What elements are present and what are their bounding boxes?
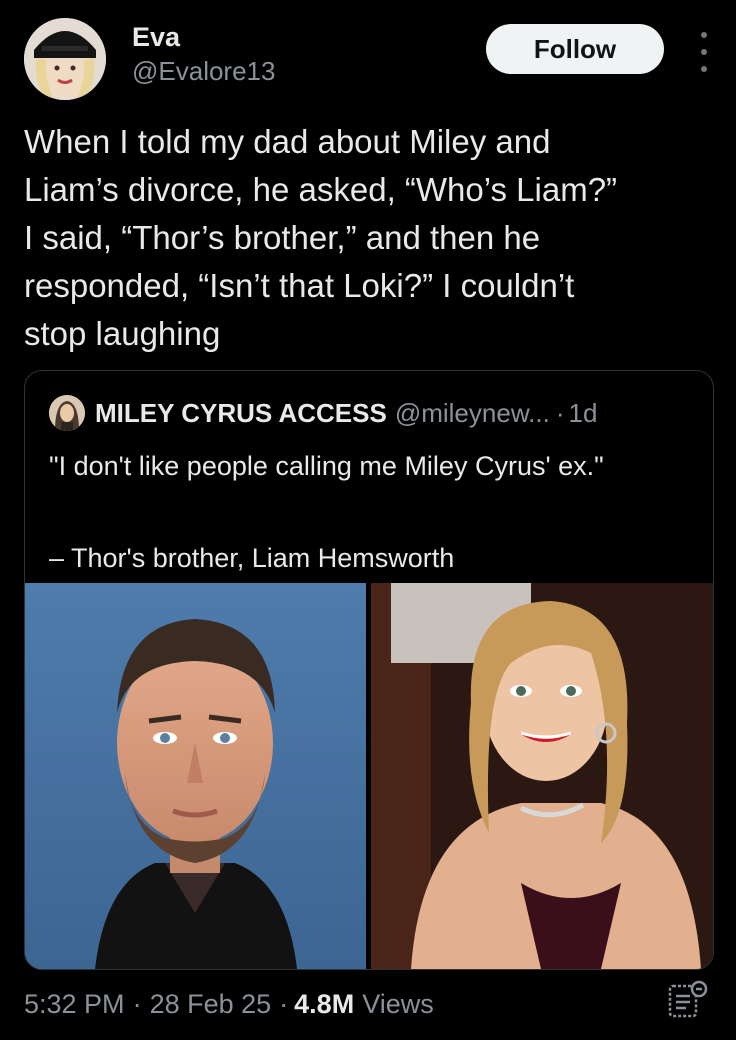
view-analytics-icon[interactable] [666,978,710,1022]
tweet-time[interactable]: 5:32 PM [24,989,125,1020]
quoted-author-avatar[interactable] [49,395,85,431]
tweet-date[interactable]: 28 Feb 25 [150,989,272,1020]
quoted-tweet[interactable]: MILEY CYRUS ACCESS @mileynew... · 1d "I … [24,370,714,970]
tweet-footer: 5:32 PM · 28 Feb 25 · 4.8M Views [24,980,714,1024]
views-label: Views [362,988,434,1019]
footer-separator: · [132,988,142,1019]
quoted-author-handle[interactable]: @mileynew... [395,398,550,429]
media-photo-man[interactable] [25,583,366,969]
quoted-author-name[interactable]: MILEY CYRUS ACCESS [95,398,387,429]
more-dot [701,49,707,55]
footer-separator: · [279,988,289,1019]
quoted-separator: · [555,397,565,428]
more-dot [701,32,707,38]
author-avatar[interactable] [24,18,106,100]
author-info: Eva @Evalore13 [132,20,275,88]
media-photo-woman[interactable] [371,583,713,969]
more-vertical-icon[interactable] [694,32,714,72]
quoted-timestamp[interactable]: 1d [569,398,598,429]
quoted-tweet-header: MILEY CYRUS ACCESS @mileynew... · 1d [49,395,699,431]
views-count: 4.8M [294,988,355,1019]
quoted-tweet-text: "I don't like people calling me Miley Cy… [49,451,604,573]
quoted-media[interactable] [25,583,713,969]
follow-button[interactable]: Follow [486,24,664,74]
author-handle[interactable]: @Evalore13 [132,54,275,88]
tweet-header: Eva @Evalore13 Follow [24,18,716,100]
tweet-text: When I told my dad about Miley and Liam’… [24,123,618,352]
author-display-name[interactable]: Eva [132,20,275,54]
more-dot [701,66,707,72]
